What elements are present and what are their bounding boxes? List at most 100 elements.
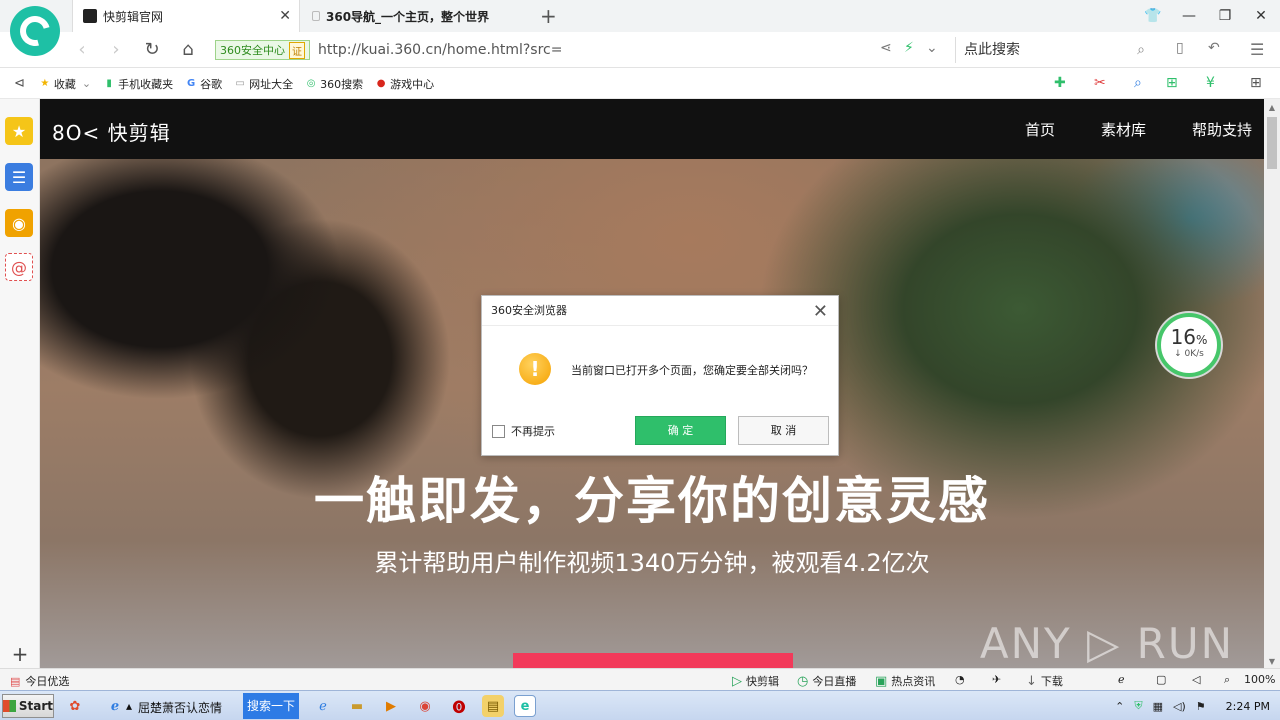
windows-flag-icon (3, 700, 16, 712)
scroll-up-icon[interactable]: ▲ (1264, 103, 1280, 112)
email-at-icon[interactable]: @ (5, 253, 33, 281)
site-logo[interactable]: 8O< 快剪辑 (52, 117, 171, 146)
sidebar-toggle-icon[interactable]: ⊲ (14, 76, 25, 91)
nav-link-assets[interactable]: 素材库 (1101, 119, 1146, 140)
ie-window-label[interactable]: 屈楚萧否认恋情 (138, 699, 222, 716)
volume-tray-icon[interactable]: ◁) (1173, 700, 1186, 713)
search-icon[interactable]: ⌕ (1137, 37, 1145, 63)
scissors-icon[interactable]: ✂ (1094, 75, 1106, 91)
address-bar: ‹ › ↻ ⌂ 360安全中心 证 http://kuai.360.cn/hom… (0, 32, 1280, 68)
nav-link-help[interactable]: 帮助支持 (1192, 119, 1252, 140)
chrome-icon[interactable]: ◉ (414, 695, 436, 717)
antivirus-icon[interactable]: ⓿ (448, 695, 470, 717)
share-icon[interactable]: ⋖ (880, 40, 892, 56)
lightning-icon[interactable]: ⚡ (904, 40, 914, 56)
status-item-live[interactable]: ◷ 今日直播 (797, 673, 856, 689)
anyrun-watermark: ANY ▷ RUN (979, 619, 1234, 668)
bookmark-game-center[interactable]: ● 游戏中心 (375, 76, 434, 92)
checkbox-box[interactable] (492, 424, 505, 438)
status-item-news[interactable]: ▣ 热点资讯 (875, 673, 935, 689)
cancel-button[interactable]: 取 消 (738, 416, 829, 445)
magnifier-icon[interactable]: ⌕ (1134, 75, 1142, 91)
mobile-icon[interactable]: ▯ (1176, 40, 1184, 56)
confirm-button[interactable]: 确 定 (635, 416, 726, 445)
clock[interactable]: 2:24 PM (1226, 700, 1270, 713)
home-icon[interactable]: ⌂ (176, 38, 200, 62)
shield-money-icon[interactable]: ¥ (1206, 75, 1215, 91)
pin-icon[interactable]: ✈ (992, 673, 1001, 686)
bookmark-site-directory[interactable]: ▭ 网址大全 (234, 76, 293, 92)
forward-arrow-icon[interactable]: › (104, 38, 128, 62)
left-sidebar: ★ ☰ ◉ @ (0, 99, 40, 668)
url-text: http://kuai.360.cn/home.html?src= (318, 42, 563, 58)
dont-remind-checkbox[interactable]: 不再提示 (492, 423, 555, 439)
gamepad-icon[interactable]: ⊞ (1166, 75, 1178, 91)
url-field[interactable]: 360安全中心 证 http://kuai.360.cn/home.html?s… (215, 37, 940, 63)
network-speed-widget[interactable]: 16% ↓ 0K/s (1157, 313, 1221, 377)
dialog-close-icon[interactable]: ✕ (813, 301, 828, 322)
window-icon[interactable]: ▢ (1156, 673, 1166, 686)
flag-tray-icon[interactable]: ⚑ (1196, 700, 1206, 713)
media-player-icon[interactable]: ▶ (380, 695, 402, 717)
notes-icon[interactable]: ☰ (5, 163, 33, 191)
today-picks[interactable]: ▤ 今日优选 (10, 673, 69, 689)
360-browser-taskbar-icon[interactable]: e (514, 695, 536, 717)
scrollbar-thumb[interactable] (1267, 117, 1277, 169)
security-badge[interactable]: 360安全中心 证 (215, 40, 310, 60)
chevron-up-icon: ▴ (126, 699, 133, 713)
colorful-app-icon[interactable]: ✿ (64, 695, 86, 717)
hero-subtitle: 累计帮助用户制作视频1340万分钟，被观看4.2亿次 (374, 549, 930, 577)
restore-icon[interactable]: ❐ (1208, 0, 1242, 32)
tab-close-icon[interactable]: ✕ (279, 8, 291, 24)
chevron-down-icon: ⌄ (81, 77, 92, 90)
360-shield-tray-icon[interactable]: ⛨ (1134, 699, 1142, 713)
speedup-icon[interactable]: ◔ (955, 673, 965, 686)
windows-taskbar: Start ✿ ℯ ▴ 屈楚萧否认恋情 搜索一下 ℯ ▬ ▶ ◉ ⓿ ▤ e ⌃… (0, 690, 1280, 720)
bookmark-360-search[interactable]: ◎ 360搜索 (305, 76, 363, 92)
weibo-icon[interactable]: ◉ (5, 209, 33, 237)
ie-quicklaunch-icon[interactable]: ℯ (312, 695, 334, 717)
start-button[interactable]: Start (2, 694, 54, 718)
nav-link-home[interactable]: 首页 (1025, 119, 1055, 140)
window-close-icon[interactable]: ✕ (1244, 0, 1278, 32)
minimize-icon[interactable]: — (1172, 0, 1206, 32)
scroll-down-icon[interactable]: ▼ (1264, 657, 1280, 666)
hero-download-button[interactable] (513, 653, 793, 668)
zoom-level[interactable]: 100% (1244, 673, 1275, 686)
back-arrow-icon[interactable]: ‹ (70, 38, 94, 62)
ie-mode-icon[interactable]: ℯ (1118, 673, 1125, 686)
search-input[interactable]: 点此搜索 ⌕ (955, 37, 1155, 63)
status-item-download[interactable]: ↓ 下载 (1026, 673, 1063, 689)
shirt-skin-icon[interactable]: 👕 (1136, 0, 1170, 32)
ie-taskbar-icon[interactable]: ℯ (104, 695, 126, 717)
vertical-scrollbar[interactable]: ▲ ▼ (1264, 99, 1280, 668)
new-tab-plus-icon[interactable]: + (540, 4, 557, 28)
refresh-icon[interactable]: ↻ (140, 38, 164, 62)
tab-kuaijianji[interactable]: 快剪辑官网 ✕ (72, 0, 300, 32)
system-tray: ⌃ ⛨ ▦ ◁) ⚑ 2:24 PM (1115, 693, 1280, 719)
bookmark-favorites[interactable]: ★ 收藏 ⌄ (39, 76, 91, 92)
tray-expand-icon[interactable]: ⌃ (1115, 700, 1124, 713)
translate-icon[interactable]: ✚ (1054, 75, 1066, 91)
menu-icon[interactable]: ☰ (1250, 40, 1264, 59)
network-tray-icon[interactable]: ▦ (1153, 700, 1163, 713)
undo-icon[interactable]: ↶ (1208, 40, 1220, 56)
archive-icon[interactable]: ▤ (482, 695, 504, 717)
sidebar-add-icon[interactable]: + (0, 640, 40, 668)
kuaijianji-favicon-icon (83, 9, 97, 23)
favorites-star-icon[interactable]: ★ (5, 117, 33, 145)
bookmark-google[interactable]: G 谷歌 (185, 76, 222, 92)
chevron-down-icon[interactable]: ⌄ (926, 40, 938, 56)
zoom-icon[interactable]: ⌕ (1224, 673, 1230, 687)
download-arrow-icon: ↓ (1026, 673, 1037, 689)
status-item-kuaijianji[interactable]: ▷ 快剪辑 (732, 673, 779, 689)
tab-360-nav[interactable]: 360导航_一个主页，整个世界 (302, 0, 532, 32)
volume-icon[interactable]: ◁ (1192, 673, 1200, 686)
bookmarks-bar: ⊲ ★ 收藏 ⌄ ▮ 手机收藏夹 G 谷歌 ▭ 网址大全 ◎ 360搜索 ● 游… (0, 69, 1280, 99)
folder-icon[interactable]: ▬ (346, 695, 368, 717)
360-browser-logo-icon[interactable] (10, 6, 60, 56)
bookmark-mobile-favorites[interactable]: ▮ 手机收藏夹 (103, 76, 173, 92)
game-center-icon: ● (376, 77, 386, 89)
taskbar-search-button[interactable]: 搜索一下 (243, 693, 299, 719)
apps-grid-icon[interactable]: ⊞ (1250, 75, 1262, 91)
